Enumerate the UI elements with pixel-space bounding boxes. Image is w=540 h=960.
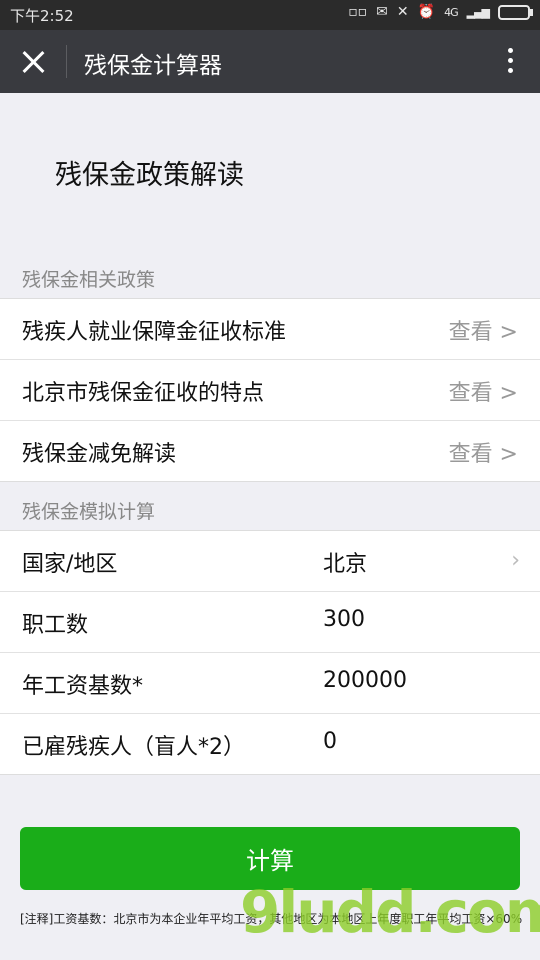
view-link[interactable]: 查看 > bbox=[449, 375, 518, 407]
watermark-logo: 9ludd.com bbox=[240, 878, 540, 946]
disabled-employees-row: 已雇残疾人（盲人*2） 0 bbox=[0, 714, 540, 774]
mute-icon: ✕ bbox=[396, 4, 409, 20]
network-type: 4G bbox=[444, 5, 458, 19]
more-menu-icon[interactable] bbox=[500, 44, 520, 80]
title-bar: 残保金计算器 bbox=[0, 30, 540, 93]
status-icons: ▫▫ ✉ ✕ ⏰ 4G ▂▄▆ bbox=[348, 4, 533, 20]
chevron-right-icon: › bbox=[511, 548, 520, 573]
employee-count-row: 职工数 300 bbox=[0, 592, 540, 653]
employee-count-input[interactable]: 300 bbox=[323, 607, 365, 632]
region-label: 国家/地区 bbox=[22, 552, 118, 577]
disabled-employees-label: 已雇残疾人（盲人*2） bbox=[22, 735, 245, 760]
battery-icon bbox=[498, 4, 533, 20]
policy-item-label: 残疾人就业保障金征收标准 bbox=[22, 320, 287, 345]
view-link[interactable]: 查看 > bbox=[449, 436, 518, 468]
status-bar: 下午2:52 ▫▫ ✉ ✕ ⏰ 4G ▂▄▆ bbox=[0, 0, 540, 30]
calc-form: 国家/地区 北京 › 职工数 300 年工资基数* 200000 已雇残疾人（盲… bbox=[0, 530, 540, 775]
employee-count-label: 职工数 bbox=[22, 613, 89, 638]
region-row[interactable]: 国家/地区 北京 › bbox=[0, 531, 540, 592]
policy-item[interactable]: 北京市残保金征收的特点 查看 > bbox=[0, 360, 540, 421]
status-time: 下午2:52 bbox=[10, 7, 74, 25]
title-divider bbox=[66, 45, 67, 78]
view-link[interactable]: 查看 > bbox=[449, 314, 518, 346]
close-icon[interactable] bbox=[14, 42, 54, 82]
policy-item[interactable]: 残疾人就业保障金征收标准 查看 > bbox=[0, 299, 540, 360]
page-title: 残保金计算器 bbox=[84, 53, 222, 79]
policy-heading: 残保金政策解读 bbox=[55, 160, 244, 191]
page-content: 残保金政策解读 残保金相关政策 残疾人就业保障金征收标准 查看 > 北京市残保金… bbox=[0, 93, 540, 960]
policy-list: 残疾人就业保障金征收标准 查看 > 北京市残保金征收的特点 查看 > 残保金减免… bbox=[0, 298, 540, 482]
policy-section-title: 残保金相关政策 bbox=[22, 269, 156, 291]
salary-base-row: 年工资基数* 200000 bbox=[0, 653, 540, 714]
salary-base-input[interactable]: 200000 bbox=[323, 668, 407, 693]
alarm-icon: ⏰ bbox=[417, 4, 436, 20]
region-value[interactable]: 北京 bbox=[323, 546, 367, 578]
disabled-employees-input[interactable]: 0 bbox=[323, 729, 337, 754]
salary-base-label: 年工资基数* bbox=[22, 674, 144, 699]
signal-icon: ▂▄▆ bbox=[466, 5, 490, 19]
message-icon: ✉ bbox=[376, 4, 388, 20]
policy-item-label: 残保金减免解读 bbox=[22, 442, 177, 467]
policy-item[interactable]: 残保金减免解读 查看 > bbox=[0, 421, 540, 481]
notification-icon: ▫▫ bbox=[348, 4, 368, 20]
calc-section-title: 残保金模拟计算 bbox=[22, 501, 156, 523]
policy-item-label: 北京市残保金征收的特点 bbox=[22, 381, 265, 406]
